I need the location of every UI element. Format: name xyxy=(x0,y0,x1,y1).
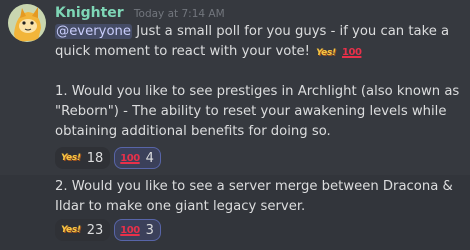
chat-message-list: Knighter Today at 7:14 AM @everyone Just… xyxy=(0,0,470,250)
yes-emoji-icon: Yes! xyxy=(61,225,81,235)
reaction-count: 3 xyxy=(145,222,154,238)
avatar[interactable] xyxy=(8,4,46,42)
question-1: 1. Would you like to see prestiges in Ar… xyxy=(55,84,460,139)
avatar-image xyxy=(8,4,46,42)
message-intro: @everyone Just a small poll for you guys… xyxy=(55,22,460,63)
reactions-row-2: Yes! 23 100 3 xyxy=(55,219,161,241)
yes-emoji-icon: Yes! xyxy=(316,48,336,58)
hundred-emoji-icon: 100 xyxy=(342,47,362,58)
yes-emoji-icon: Yes! xyxy=(61,153,81,163)
reactions-row-1: Yes! 18 100 4 xyxy=(55,147,161,169)
reaction-count: 23 xyxy=(86,222,104,238)
message-header: Knighter Today at 7:14 AM xyxy=(55,5,225,23)
mention-everyone[interactable]: @everyone xyxy=(55,24,132,39)
reaction-count: 4 xyxy=(145,150,154,166)
reaction-100-q1[interactable]: 100 4 xyxy=(114,147,161,169)
reaction-count: 18 xyxy=(86,150,104,166)
username[interactable]: Knighter xyxy=(55,5,124,21)
message-continuation: 2. Would you like to see a server merge … xyxy=(0,175,470,250)
message-group: Knighter Today at 7:14 AM @everyone Just… xyxy=(0,0,470,175)
reaction-yes-q2[interactable]: Yes! 23 xyxy=(55,219,111,241)
reaction-yes-q1[interactable]: Yes! 18 xyxy=(55,147,111,169)
hundred-emoji-icon: 100 xyxy=(120,224,140,236)
hundred-emoji-icon: 100 xyxy=(120,152,140,164)
question-2: 2. Would you like to see a server merge … xyxy=(55,179,453,214)
reaction-100-q2[interactable]: 100 3 xyxy=(114,219,161,241)
timestamp: Today at 7:14 AM xyxy=(133,8,225,20)
